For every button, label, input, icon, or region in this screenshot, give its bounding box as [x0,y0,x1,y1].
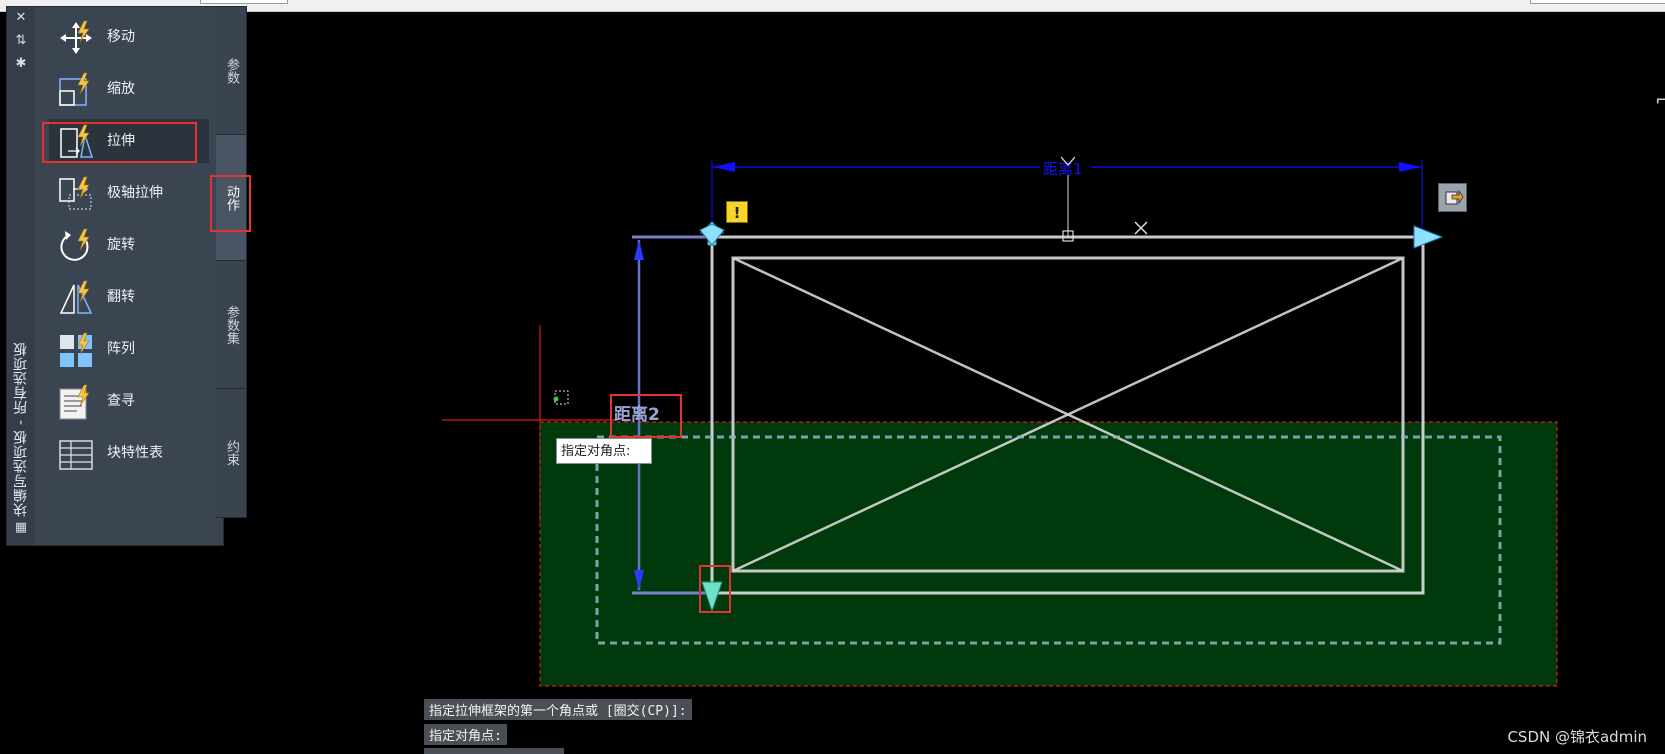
command-history-line: 指定拉伸框架的第一个角点或 [圈交(CP)]: [424,699,692,720]
base-grip-star [699,223,725,246]
drawing-canvas[interactable]: 距离1 距离2 [0,0,1665,754]
action-label: 翻转 [107,289,135,305]
action-array[interactable]: 阵列 [49,327,209,371]
palette-title-strip: ✕ ⇅ ✱ 块编写选项板 - 所有选项板 ▦ [7,7,35,545]
action-label: 移动 [107,29,135,45]
polar-stretch-icon [59,176,92,210]
close-icon[interactable]: ✕ [14,11,28,25]
warning-icon[interactable]: ! [726,201,748,223]
snap-dot [553,396,559,402]
watermark: CSDN @锦衣admin [1507,728,1647,746]
action-flip[interactable]: 翻转 [49,275,209,319]
x-mark [1134,221,1148,235]
action-icon[interactable] [1438,183,1467,212]
dim1-arrow-right [1399,162,1422,172]
action-rotate[interactable]: 旋转 [49,223,209,267]
action-label: 阵列 [107,341,135,357]
stretch-grip-right [1413,225,1444,249]
palette-panel-actions: 移动 缩放 拉伸 极轴拉伸 旋转 翻转 阵列 查寻 块特性表 [37,7,220,545]
tab-parameter-sets[interactable]: 参数集 [216,260,247,390]
action-lookup[interactable]: 查寻 [49,379,209,423]
command-line-partial [424,748,564,754]
action-label: 极轴拉伸 [107,185,163,201]
action-label: 块特性表 [107,445,163,461]
highlight-stretch-item [42,122,197,163]
dynamic-input-tooltip: 指定对角点: [556,438,652,464]
action-label: 查寻 [107,393,135,409]
action-block-table[interactable]: 块特性表 [49,431,209,475]
lookup-icon [59,384,90,420]
tab-label: 参数 [224,58,239,84]
move-icon [60,20,92,54]
highlight-distance2 [610,394,682,438]
scale-icon [59,72,90,106]
action-scale[interactable]: 缩放 [49,67,209,111]
block-authoring-palette: ✕ ⇅ ✱ 块编写选项板 - 所有选项板 ▦ 移动 缩放 拉伸 极轴拉伸 旋转 … [6,6,224,546]
tab-constraints[interactable]: 约束 [216,388,247,518]
action-polar-stretch[interactable]: 极轴拉伸 [49,171,209,215]
block-table-icon [59,440,93,470]
highlight-bottom-grip [699,565,731,613]
tab-label: 约束 [224,440,239,466]
action-move[interactable]: 移动 [49,15,209,59]
array-icon [60,332,92,367]
dim1-label: 距离1 [1043,160,1083,178]
command-prompt-line: 指定对角点: [424,724,507,745]
rotate-icon [60,228,90,261]
palette-title: 块编写选项板 - 所有选项板 [13,342,29,517]
palette-grid-icon[interactable]: ▦ [14,521,28,535]
autohide-icon[interactable]: ⇅ [14,34,28,48]
highlight-actions-tab [210,175,251,232]
tab-label: 参数集 [224,305,239,345]
action-label: 缩放 [107,81,135,97]
gear-icon[interactable]: ✱ [14,57,28,71]
dim2-arrow-top [634,240,644,260]
edge-icon: ⌐ [1655,90,1665,111]
action-label: 旋转 [107,237,135,253]
tab-parameters[interactable]: 参数 [216,6,247,136]
dim1-arrow-left [712,162,735,172]
flip-icon [59,280,93,314]
